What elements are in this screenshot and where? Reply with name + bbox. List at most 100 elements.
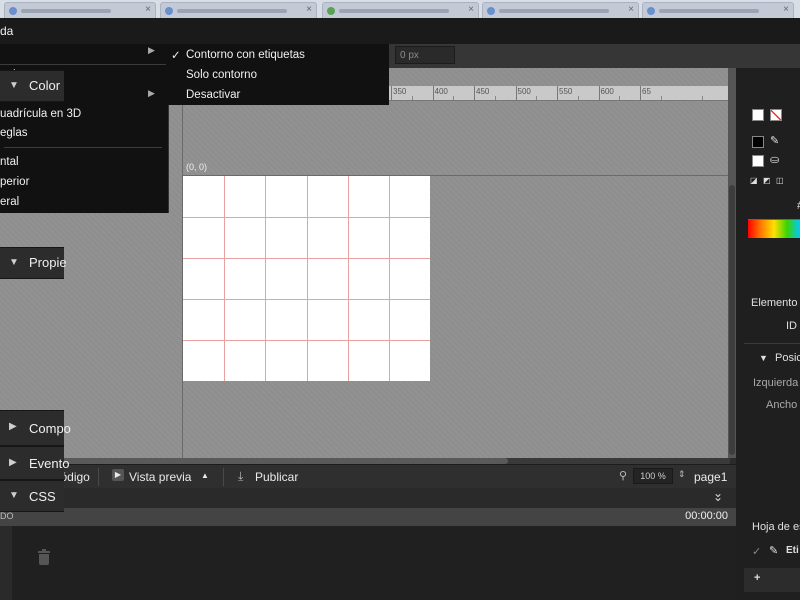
ruler-tick [432,86,434,100]
collapse-triangle-icon[interactable]: ▼ [759,353,768,363]
stylesheet-label: Hoja de es [752,521,800,533]
grid-line-vertical [224,176,225,381]
events-section-header[interactable]: ▶ Evento [0,446,69,480]
section-title: Compo [29,421,71,436]
vertical-scrollbar[interactable] [729,185,735,455]
paint-bucket-icon[interactable]: ⛀ [770,153,779,166]
ruler-tick [515,86,517,100]
zoom-icon: ⚲ [619,470,628,482]
origin-label: (0, 0) [186,162,208,172]
close-tab-icon[interactable]: × [145,4,151,15]
ruler-tick [391,86,392,100]
close-tab-icon[interactable]: × [783,4,789,15]
close-tab-icon[interactable]: × [468,4,474,15]
css-footer: + [744,568,800,592]
id-label: ID [786,320,797,332]
timeline-bar: DO 00:00:00 [0,508,736,526]
grid-line-horizontal [183,217,430,218]
ruler-minor-tick [536,96,538,100]
menubar-label[interactable]: da [0,24,13,38]
section-title: CSS [29,489,56,504]
submenu-arrow-icon: ▶ [148,88,155,98]
favicon-icon [9,7,17,15]
divider [744,343,800,344]
properties-section-header[interactable]: ▼ Propie [0,247,67,279]
check-icon: ✓ [171,50,181,62]
stroke-color-swatch[interactable] [752,136,764,148]
color-section-header[interactable]: ▼ Color [0,70,64,102]
eyedropper-icon[interactable]: ◫ [776,176,784,185]
browser-tab[interactable]: × [482,2,639,19]
close-tab-icon[interactable]: × [628,4,634,15]
fill-color-swatch[interactable] [752,109,764,121]
css-section-header[interactable]: ▼ CSS [0,480,64,512]
ruler-minor-tick [494,96,496,100]
components-section-header[interactable]: ▶ Compo [0,410,71,446]
divider [98,468,99,486]
submenu-item-disable[interactable]: Desactivar [186,89,240,101]
browser-tab[interactable]: × [4,2,156,19]
browser-tab-strip: × × × × × [0,0,800,19]
menu-item[interactable]: uadrícula en 3D [0,108,81,120]
default-colors-icon[interactable]: ◩ [763,176,771,185]
menu-separator [0,64,168,65]
submenu-arrow-icon: ▶ [148,45,155,55]
ruler-tick-label: 350 [393,87,407,96]
browser-tab[interactable]: × [642,2,794,19]
color-spectrum[interactable] [748,219,800,238]
ruler-tick-label: 400 [434,87,448,96]
add-icon[interactable]: + [754,572,760,584]
collapse-icon-top: ⌄ [713,486,724,500]
menu-item[interactable]: ntal [0,156,19,168]
edit-icon[interactable]: ✎ [769,544,778,557]
bottom-toolbar: ⋮ Vista de código ▶ Vista previa ▲ ⤓ Pub… [0,464,736,489]
ruler-tick-label: 450 [476,87,490,96]
page-selector[interactable]: page1 [694,470,727,484]
preview-button[interactable]: Vista previa [129,470,191,484]
background-color-swatch[interactable] [752,155,764,167]
width-label: Ancho [766,399,798,411]
grid-line-vertical [307,176,308,381]
stylesheet-item[interactable]: Eti [786,545,799,556]
position-field[interactable]: 0 px [395,46,455,64]
publish-button[interactable]: Publicar [255,470,298,484]
collapse-triangle-icon: ▼ [9,80,19,91]
outline-submenu: ✓ Contorno con etiquetas Solo contorno D… [166,44,389,105]
ruler-tick [474,86,475,100]
tab-title [339,9,449,13]
menu-item[interactable]: eglas [0,127,28,139]
favicon-icon [487,7,495,15]
browser-tab[interactable]: × [160,2,317,19]
browser-tab[interactable]: × [322,2,479,19]
expand-triangle-icon: ▶ [9,457,17,468]
submenu-item-outline-only[interactable]: Solo contorno [186,69,257,81]
ruler-minor-tick [411,96,413,100]
ruler-minor-tick [577,96,579,100]
trash-icon[interactable] [38,549,50,565]
zoom-input[interactable]: 100 % [633,468,673,484]
timeline-body [0,526,736,600]
menubar: da [0,18,800,44]
timeline-layer-column [0,526,12,600]
publish-icon: ⤓ [238,469,244,483]
zoom-stepper-icon[interactable]: ⇕ [678,469,686,480]
timeline-label: DO [0,511,14,521]
favicon-icon [647,7,655,15]
submenu-item-labels-outline[interactable]: Contorno con etiquetas [186,49,305,61]
ruler-tick-label: 550 [559,87,573,96]
tab-title [659,9,759,13]
expand-triangle-icon: ▶ [9,421,17,432]
pencil-icon[interactable]: ✎ [770,134,779,147]
grid-line-vertical [265,176,266,381]
ruler-tick-label: 65 [642,87,651,96]
preview-dropdown-icon[interactable]: ▲ [201,471,209,480]
stage-grid[interactable] [183,176,430,381]
close-tab-icon[interactable]: × [306,4,312,15]
ruler-tick [598,86,600,100]
no-color-swatch[interactable] [770,109,782,121]
swap-colors-icon[interactable]: ◪ [750,176,758,185]
left-label: Izquierda [753,377,799,389]
menu-item[interactable]: perior [0,176,29,188]
ruler-minor-tick [660,96,662,100]
menu-item[interactable]: eral [0,196,19,208]
